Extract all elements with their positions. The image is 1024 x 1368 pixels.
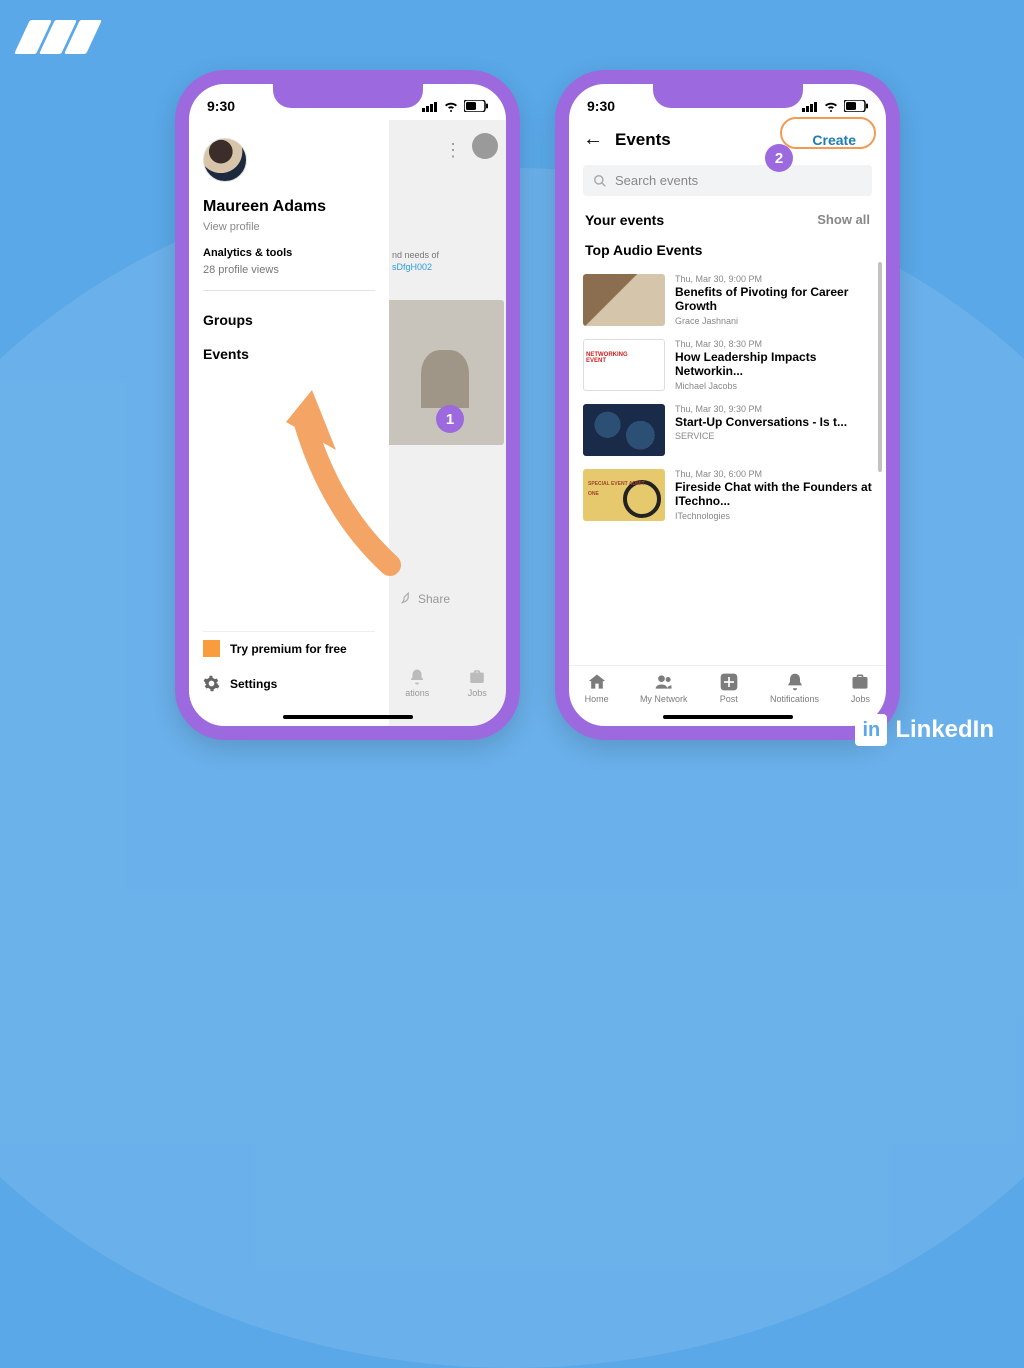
briefcase-icon	[850, 672, 870, 692]
callout-arrow	[280, 380, 480, 580]
event-time: Thu, Mar 30, 9:30 PM	[675, 404, 847, 414]
bell-icon	[785, 672, 805, 692]
event-time: Thu, Mar 30, 9:00 PM	[675, 274, 874, 284]
bell-icon	[408, 668, 426, 686]
phone-right: 9:30 ← Events Create Search events Your …	[555, 70, 900, 740]
sidebar-item-events[interactable]: Events	[203, 337, 375, 371]
event-author: Michael Jacobs	[675, 381, 874, 391]
event-thumbnail	[583, 469, 665, 521]
event-author: SERVICE	[675, 431, 847, 441]
show-all-link[interactable]: Show all	[817, 212, 870, 228]
battery-icon	[464, 100, 488, 112]
wifi-icon	[823, 100, 839, 112]
status-time: 9:30	[207, 98, 235, 114]
message-bubble-icon	[472, 133, 498, 159]
search-placeholder: Search events	[615, 173, 698, 188]
share-icon	[396, 592, 410, 606]
event-thumbnail	[583, 404, 665, 456]
signal-icon	[422, 101, 438, 112]
tab-notifications-bg: ations	[405, 668, 429, 698]
linkedin-logo-icon: in	[855, 714, 887, 746]
premium-label: Try premium for free	[230, 642, 347, 656]
top-audio-events-heading: Top Audio Events	[569, 238, 886, 266]
home-indicator	[663, 715, 793, 719]
callout-circle	[780, 117, 876, 149]
event-item[interactable]: Thu, Mar 30, 9:30 PM Start-Up Conversati…	[583, 398, 878, 463]
tab-bar: Home My Network Post Notifications Jobs	[569, 665, 886, 704]
briefcase-icon	[468, 668, 486, 686]
status-time: 9:30	[587, 98, 615, 114]
profile-views-count[interactable]: 28 profile views	[203, 264, 375, 276]
view-profile-link[interactable]: View profile	[203, 221, 375, 233]
more-dots-icon: ⋮	[444, 140, 464, 161]
people-icon	[654, 672, 674, 692]
sidebar-item-settings[interactable]: Settings	[203, 665, 375, 694]
event-thumbnail	[583, 274, 665, 326]
your-events-heading: Your events	[585, 212, 664, 228]
event-time: Thu, Mar 30, 8:30 PM	[675, 339, 874, 349]
bg-code-fragment: sDfgH002	[392, 262, 432, 272]
share-label: Share	[418, 592, 450, 606]
settings-label: Settings	[230, 677, 277, 691]
events-list: Thu, Mar 30, 9:00 PM Benefits of Pivotin…	[569, 266, 886, 528]
home-indicator	[283, 715, 413, 719]
step-badge-2: 2	[765, 144, 793, 172]
scroll-indicator[interactable]	[878, 262, 882, 472]
try-premium-button[interactable]: Try premium for free	[203, 631, 375, 665]
gear-icon	[203, 675, 220, 692]
event-author: ITechnologies	[675, 511, 874, 521]
bg-text-fragment: nd needs of	[392, 250, 439, 260]
home-icon	[587, 672, 607, 692]
tab-post[interactable]: Post	[719, 672, 739, 704]
top-left-logo	[22, 20, 94, 54]
avatar[interactable]	[203, 138, 247, 182]
phone-notch	[273, 82, 423, 108]
signal-icon	[802, 101, 818, 112]
event-time: Thu, Mar 30, 6:00 PM	[675, 469, 874, 479]
plus-square-icon	[719, 672, 739, 692]
share-action: Share	[396, 592, 450, 606]
event-item[interactable]: Thu, Mar 30, 8:30 PM How Leadership Impa…	[583, 333, 878, 398]
event-item[interactable]: Thu, Mar 30, 6:00 PM Fireside Chat with …	[583, 463, 878, 528]
event-author: Grace Jashnani	[675, 316, 874, 326]
tab-home[interactable]: Home	[585, 672, 609, 704]
event-title: Benefits of Pivoting for Career Growth	[675, 285, 874, 314]
sidebar-item-groups[interactable]: Groups	[203, 303, 375, 337]
linkedin-wordmark: LinkedIn	[895, 716, 994, 744]
phone-notch	[653, 82, 803, 108]
search-events-input[interactable]: Search events	[583, 165, 872, 196]
event-title: Start-Up Conversations - Is t...	[675, 415, 847, 429]
back-arrow[interactable]: ←	[583, 128, 603, 151]
event-thumbnail	[583, 339, 665, 391]
tab-notifications[interactable]: Notifications	[770, 672, 819, 704]
divider	[203, 290, 375, 291]
event-title: How Leadership Impacts Networkin...	[675, 350, 874, 379]
event-title: Fireside Chat with the Founders at ITech…	[675, 480, 874, 509]
search-icon	[593, 174, 607, 188]
analytics-heading: Analytics & tools	[203, 247, 375, 259]
profile-name: Maureen Adams	[203, 198, 375, 216]
tab-jobs[interactable]: Jobs	[850, 672, 870, 704]
linkedin-brand: in LinkedIn	[855, 714, 994, 746]
page-title: Events	[615, 130, 671, 150]
wifi-icon	[443, 100, 459, 112]
event-item[interactable]: Thu, Mar 30, 9:00 PM Benefits of Pivotin…	[583, 268, 878, 333]
battery-icon	[844, 100, 868, 112]
tab-jobs-bg: Jobs	[468, 668, 487, 698]
tab-network[interactable]: My Network	[640, 672, 688, 704]
premium-square-icon	[203, 640, 220, 657]
